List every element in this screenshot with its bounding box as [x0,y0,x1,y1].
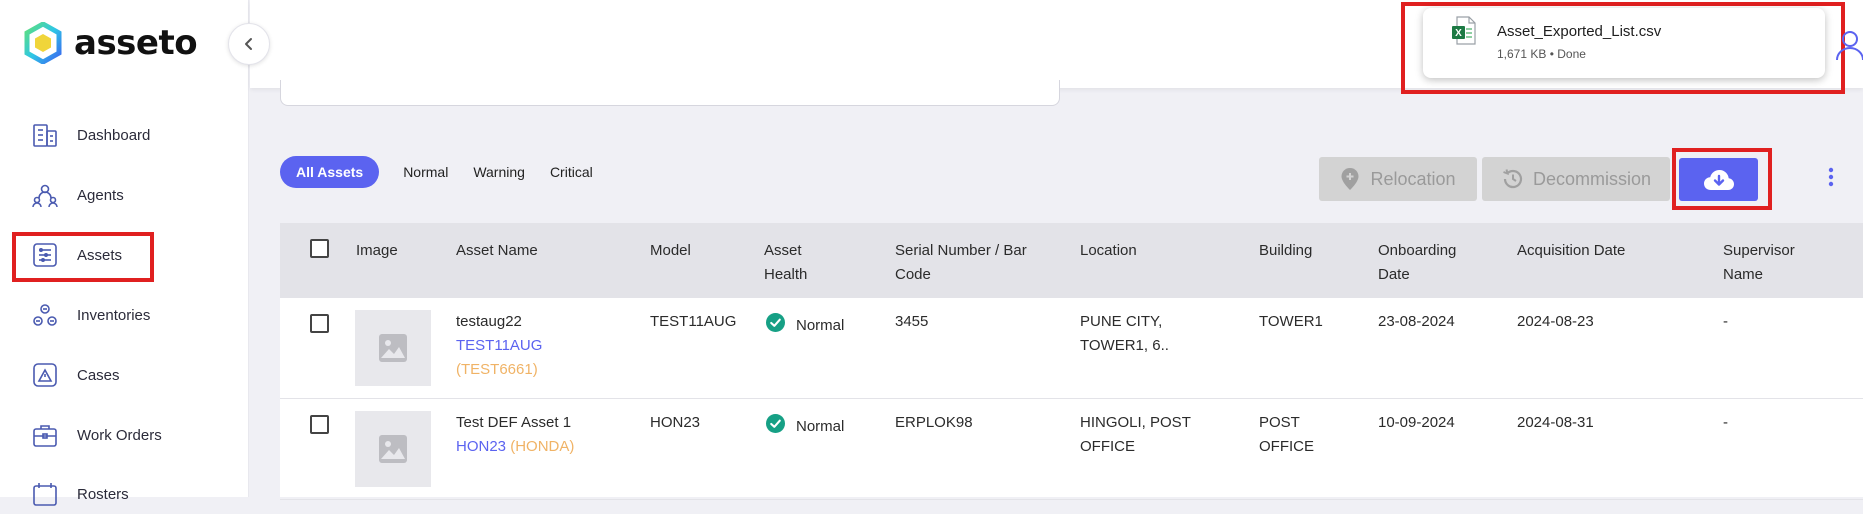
table-row[interactable]: Test DEF Asset 1 HON23 (HONDA) HON23 Nor… [280,399,1863,500]
select-all-checkbox[interactable] [310,239,329,258]
tab-all-assets[interactable]: All Assets [280,156,380,188]
sidebar-item-cases[interactable]: Cases [30,355,120,395]
asset-name[interactable]: testaug22 [456,310,522,334]
sidebar-item-dashboard[interactable]: Dashboard [30,115,150,155]
sidebar-item-rosters[interactable]: Rosters [30,474,129,514]
acquisition-date: 2024-08-31 [1517,414,1594,431]
column-header-location[interactable]: Location [1080,239,1137,263]
assets-highlight-box [12,232,154,282]
serial-number: ERPLOK98 [895,414,973,431]
sidebar-item-label: Agents [77,186,124,204]
inventories-icon [30,300,60,330]
dashboard-icon [30,120,60,150]
tab-normal[interactable]: Normal [403,164,448,180]
agents-icon [30,180,60,210]
onboarding-date: 23-08-2024 [1378,313,1455,330]
download-item[interactable]: X Asset_Exported_List.csv 1,671 KB • Don… [1423,8,1825,78]
onboarding-date: 10-09-2024 [1378,414,1455,431]
sidebar-item-label: Cases [77,366,120,384]
asset-model: HON23 [650,414,701,431]
column-header-acquisition-date[interactable]: Acquisition Date [1517,239,1625,263]
sidebar: asseto Dashboard Agents Assets Inventori… [0,0,249,506]
collapse-sidebar-button[interactable] [228,23,270,65]
asset-filter-tabs: All Assets Normal Warning Critical [280,156,618,188]
building: TOWER1 [1259,313,1323,330]
decommission-label: Decommission [1532,168,1652,189]
asset-model-link[interactable]: TEST11AUG [456,334,542,358]
more-options-icon[interactable] [1827,167,1835,192]
image-icon [379,334,407,362]
excel-file-icon: X [1452,16,1476,45]
health-status-label: Normal [796,418,845,435]
column-header-image[interactable]: Image [356,239,398,263]
column-header-serial-number[interactable]: Serial Number / Bar Code [895,239,1027,287]
sidebar-item-label: Work Orders [77,426,162,444]
asset-health: Normal [766,310,844,334]
sidebar-item-label: Inventories [77,306,151,324]
building: POST OFFICE [1259,414,1314,455]
brand-name: asseto [74,23,198,63]
work-orders-icon [30,420,60,450]
asset-model: TEST11AUG [650,313,737,330]
asset-image-placeholder [355,411,431,487]
location: PUNE CITY, TOWER1, 6.. [1080,313,1169,354]
download-status: 1,671 KB • Done [1497,47,1586,61]
location: HINGOLI, POST OFFICE [1080,414,1191,455]
sidebar-item-label: Rosters [77,485,129,503]
check-circle-icon [766,413,785,433]
tab-warning[interactable]: Warning [473,164,525,180]
asseto-logo-icon [24,22,62,64]
column-header-asset-name[interactable]: Asset Name [456,239,538,263]
serial-number: 3455 [895,313,929,330]
relocation-button[interactable]: Relocation [1319,157,1477,201]
acquisition-date: 2024-08-23 [1517,313,1594,330]
sidebar-item-label: Dashboard [77,126,151,144]
sidebar-item-inventories[interactable]: Inventories [30,295,150,335]
location-pin-icon [1341,168,1359,190]
asset-health: Normal [766,411,844,435]
asset-image-placeholder [355,310,431,386]
tab-critical[interactable]: Critical [550,164,593,180]
supervisor-name: - [1723,313,1728,330]
cases-icon [30,360,60,390]
column-header-building[interactable]: Building [1259,239,1312,263]
image-icon [379,435,407,463]
rosters-icon [30,479,60,509]
export-download-button[interactable] [1679,158,1758,201]
row-checkbox[interactable] [310,314,329,333]
decommission-button[interactable]: Decommission [1482,157,1670,201]
assets-table: Image Asset Name Model Asset Health Seri… [280,223,1863,500]
download-filename: Asset_Exported_List.csv [1497,23,1662,40]
column-header-onboarding-date[interactable]: Onboarding Date [1378,239,1456,287]
cloud-download-icon [1703,169,1734,190]
search-card-edge [280,80,1060,106]
table-row[interactable]: testaug22 TEST11AUG (TEST6661) TEST11AUG… [280,298,1863,399]
asset-name[interactable]: Test DEF Asset 1 [456,411,571,435]
history-icon [1503,169,1523,189]
row-checkbox[interactable] [310,415,329,434]
health-status-label: Normal [796,317,845,334]
column-header-supervisor-name[interactable]: Supervisor Name [1723,239,1795,287]
check-circle-icon [766,312,785,332]
asset-brand: (TEST6661) [456,361,538,378]
column-header-asset-health[interactable]: Asset Health [764,239,807,287]
relocation-label: Relocation [1370,168,1456,189]
user-profile-icon[interactable] [1836,30,1863,65]
asset-model-brand: HON23 (HONDA) [456,435,574,459]
asset-brand: (HONDA) [510,438,575,455]
sidebar-item-work-orders[interactable]: Work Orders [30,415,162,455]
brand-logo[interactable]: asseto [24,22,198,64]
column-header-model[interactable]: Model [650,239,691,263]
chevron-left-icon [245,38,252,50]
table-header: Image Asset Name Model Asset Health Seri… [280,223,1863,298]
svg-text:X: X [1455,28,1462,39]
asset-model-link[interactable]: HON23 [456,438,506,455]
supervisor-name: - [1723,414,1728,431]
sidebar-item-agents[interactable]: Agents [30,175,124,215]
